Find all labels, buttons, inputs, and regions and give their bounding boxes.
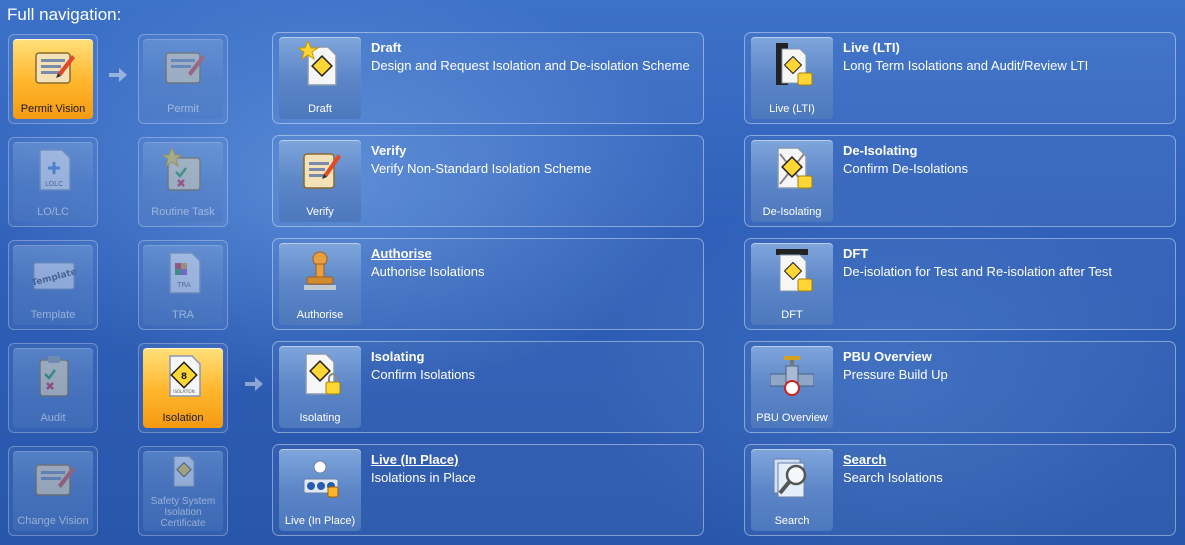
card-description: Search Isolations bbox=[843, 470, 943, 485]
tile-label: Permit Vision bbox=[20, 103, 86, 115]
card-live-in-place[interactable]: Live (In Place) Live (In Place) Isolatio… bbox=[272, 444, 704, 536]
safety-cert-icon bbox=[173, 455, 195, 487]
lolc-icon: LOLC bbox=[39, 149, 71, 191]
pressure-gauge-icon bbox=[770, 356, 814, 396]
live-in-place-icon bbox=[303, 460, 339, 498]
tile-label: Live (In Place) bbox=[284, 515, 356, 527]
tile-label: Isolation bbox=[162, 412, 204, 424]
audit-icon bbox=[39, 356, 69, 397]
card-isolating[interactable]: Isolating Isolating Confirm Isolations bbox=[272, 341, 704, 433]
card-icon-tile: Authorise bbox=[275, 239, 365, 329]
isolation-icon-text: ISOLATION bbox=[173, 389, 194, 394]
card-title: Live (LTI) bbox=[843, 40, 900, 55]
tile-tra[interactable]: TRA TRA bbox=[138, 240, 228, 330]
tile-label: Verify bbox=[306, 206, 334, 218]
card-description: Design and Request Isolation and De-isol… bbox=[371, 58, 690, 73]
permit-icon bbox=[165, 52, 205, 84]
permit-vision-icon bbox=[35, 52, 75, 84]
dft-icon bbox=[776, 249, 813, 292]
card-title: PBU Overview bbox=[843, 349, 932, 364]
de-isolating-icon bbox=[777, 147, 813, 189]
card-icon-tile: Search bbox=[747, 445, 837, 535]
card-icon-tile: Live (In Place) bbox=[275, 445, 365, 535]
card-title: DFT bbox=[843, 246, 869, 261]
card-title: De-Isolating bbox=[843, 143, 918, 158]
tile-lolc[interactable]: LOLC LO/LC bbox=[8, 137, 98, 227]
card-pbu-overview[interactable]: PBU Overview PBU Overview Pressure Build… bbox=[744, 341, 1176, 433]
card-title[interactable]: Live (In Place) bbox=[371, 452, 458, 467]
tile-isolation[interactable]: 8 ISOLATION Isolation bbox=[138, 343, 228, 433]
tile-label: LO/LC bbox=[37, 206, 69, 218]
tile-label: Isolating bbox=[299, 412, 341, 424]
tile-label: De-Isolating bbox=[762, 206, 822, 218]
arrow-right-icon bbox=[245, 377, 263, 391]
card-authorise[interactable]: Authorise Authorise Authorise Isolations bbox=[272, 238, 704, 330]
draft-icon bbox=[298, 41, 337, 86]
card-title: Isolating bbox=[371, 349, 425, 364]
tile-label: Search bbox=[774, 515, 810, 527]
card-description: Pressure Build Up bbox=[843, 367, 948, 382]
card-title[interactable]: Authorise bbox=[371, 246, 432, 261]
card-icon-tile: Verify bbox=[275, 136, 365, 226]
card-description: Authorise Isolations bbox=[371, 264, 485, 279]
tile-permit-vision[interactable]: Permit Vision bbox=[8, 34, 98, 124]
verify-icon bbox=[303, 153, 341, 189]
tile-label: Change Vision bbox=[17, 515, 89, 527]
card-title: Draft bbox=[371, 40, 402, 55]
card-description: De-isolation for Test and Re-isolation a… bbox=[843, 264, 1113, 279]
arrow-right-icon bbox=[109, 68, 127, 82]
tile-label: PBU Overview bbox=[756, 412, 828, 424]
card-title[interactable]: Search bbox=[843, 452, 886, 467]
change-vision-icon bbox=[35, 464, 75, 496]
card-icon-tile: Draft bbox=[275, 33, 365, 123]
isolation-icon: 8 ISOLATION bbox=[169, 355, 201, 397]
card-icon-tile: DFT bbox=[747, 239, 837, 329]
card-description: Confirm De-Isolations bbox=[843, 161, 968, 176]
live-lti-icon bbox=[776, 43, 813, 86]
card-verify[interactable]: Verify Verify Verify Non-Standard Isolat… bbox=[272, 135, 704, 227]
tile-permit[interactable]: Permit bbox=[138, 34, 228, 124]
tile-label: Safety System Isolation Certificate bbox=[150, 496, 216, 529]
tile-audit[interactable]: Audit bbox=[8, 343, 98, 433]
routine-task-icon bbox=[162, 146, 201, 191]
card-de-isolating[interactable]: De-Isolating De-Isolating Confirm De-Iso… bbox=[744, 135, 1176, 227]
card-description: Long Term Isolations and Audit/Review LT… bbox=[843, 58, 1089, 73]
lolc-icon-text: LOLC bbox=[45, 180, 63, 188]
tile-template[interactable]: Template Template bbox=[8, 240, 98, 330]
card-search[interactable]: Search Search Search Isolations bbox=[744, 444, 1176, 536]
tile-safety-system-isolation-certificate[interactable]: Safety System Isolation Certificate bbox=[138, 446, 228, 536]
card-description: Isolations in Place bbox=[371, 470, 476, 485]
tile-label: Draft bbox=[308, 103, 332, 115]
tile-routine-task[interactable]: Routine Task bbox=[138, 137, 228, 227]
card-description: Verify Non-Standard Isolation Scheme bbox=[371, 161, 592, 176]
card-title: Verify bbox=[371, 143, 407, 158]
tile-change-vision[interactable]: Change Vision bbox=[8, 446, 98, 536]
search-icon bbox=[773, 458, 807, 498]
page-heading: Full navigation: bbox=[7, 5, 122, 24]
template-icon: Template bbox=[32, 262, 76, 290]
tra-icon: TRA bbox=[169, 252, 201, 294]
tile-label: TRA bbox=[172, 309, 194, 321]
card-live-lti[interactable]: Live (LTI) Live (LTI) Long Term Isolatio… bbox=[744, 32, 1176, 124]
svg-text:8: 8 bbox=[181, 372, 187, 382]
card-icon-tile: De-Isolating bbox=[747, 136, 837, 226]
tile-label: Audit bbox=[40, 412, 66, 424]
card-draft[interactable]: Draft Draft Design and Request Isolation… bbox=[272, 32, 704, 124]
tile-label: Live (LTI) bbox=[769, 103, 815, 115]
tile-label: DFT bbox=[781, 309, 803, 321]
tile-label: Authorise bbox=[296, 309, 344, 321]
tra-icon-text: TRA bbox=[176, 281, 191, 289]
card-description: Confirm Isolations bbox=[371, 367, 476, 382]
card-icon-tile: PBU Overview bbox=[747, 342, 837, 432]
card-dft[interactable]: DFT DFT De-isolation for Test and Re-iso… bbox=[744, 238, 1176, 330]
stamp-icon bbox=[304, 251, 336, 290]
card-icon-tile: Live (LTI) bbox=[747, 33, 837, 123]
tile-label: Routine Task bbox=[151, 206, 215, 218]
tile-label: Template bbox=[30, 309, 76, 321]
tile-label: Permit bbox=[167, 103, 199, 115]
isolating-icon bbox=[305, 353, 341, 395]
card-icon-tile: Isolating bbox=[275, 342, 365, 432]
